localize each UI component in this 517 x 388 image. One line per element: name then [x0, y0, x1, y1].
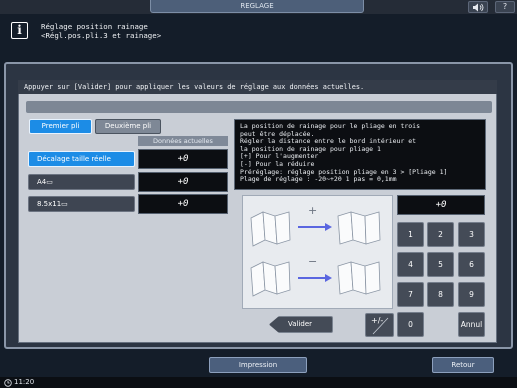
volume-button[interactable] [468, 1, 488, 13]
a4-button[interactable]: A4▭ [28, 174, 135, 190]
minus-sign: − [308, 255, 318, 268]
input-display: +0 [397, 195, 485, 215]
folded-sheet-icon [250, 211, 291, 247]
clear-button[interactable]: Annul [458, 312, 485, 337]
print-button[interactable]: Impression [209, 357, 307, 373]
letter-size-button[interactable]: 8.5x11▭ [28, 196, 135, 212]
clock-time: 11:20 [14, 378, 35, 386]
separator-strip [26, 101, 492, 113]
key-0[interactable]: 0 [397, 312, 424, 337]
key-5[interactable]: 5 [427, 252, 454, 277]
folded-sheet-icon [337, 211, 381, 245]
folded-sheet-icon [250, 261, 291, 297]
tab-deuxieme-pli[interactable]: Deuxième pli [95, 119, 161, 134]
help-button[interactable]: ? [495, 1, 515, 13]
speaker-icon [473, 3, 484, 12]
instruction-bar: Appuyer sur [Valider] pour appliquer les… [18, 80, 497, 94]
plus-minus-button[interactable]: +/- [365, 313, 394, 337]
arrow-icon [298, 223, 332, 282]
header-subtitle: <Régl.pos.pli.3 et rainage> [41, 31, 162, 40]
current-data-header: Données actuelles [138, 136, 228, 146]
description-line: Plage de réglage : -20~+20 1 pas = 0,1mm [240, 175, 397, 184]
decalage-taille-reelle-button[interactable]: Décalage taille réelle [28, 151, 135, 167]
key-4[interactable]: 4 [397, 252, 424, 277]
current-value-a4: +0 [138, 172, 228, 192]
key-9[interactable]: 9 [458, 282, 485, 307]
key-1[interactable]: 1 [397, 222, 424, 247]
valider-button[interactable]: Valider [269, 316, 333, 333]
clock-icon [4, 378, 12, 387]
diagonal-divider-icon [372, 317, 389, 335]
description-box: La position de rainage pour le pliage en… [234, 119, 486, 190]
back-button[interactable]: Retour [432, 357, 494, 373]
tab-premier-pli[interactable]: Premier pli [29, 119, 92, 134]
header-title: Réglage position rainage [41, 22, 148, 31]
screen-title: REGLAGE [150, 0, 364, 13]
fold-illustration [250, 211, 381, 297]
key-6[interactable]: 6 [458, 252, 485, 277]
folded-sheet-icon [337, 261, 381, 295]
current-value-letter: +0 [138, 194, 228, 214]
key-2[interactable]: 2 [427, 222, 454, 247]
key-3[interactable]: 3 [458, 222, 485, 247]
status-bar: 11:20 [0, 377, 517, 388]
plus-sign: + [308, 204, 318, 217]
info-icon: i [11, 22, 28, 39]
key-8[interactable]: 8 [427, 282, 454, 307]
fold-diagram: + − [242, 195, 393, 309]
current-value-decalage: +0 [138, 149, 228, 169]
key-7[interactable]: 7 [397, 282, 424, 307]
